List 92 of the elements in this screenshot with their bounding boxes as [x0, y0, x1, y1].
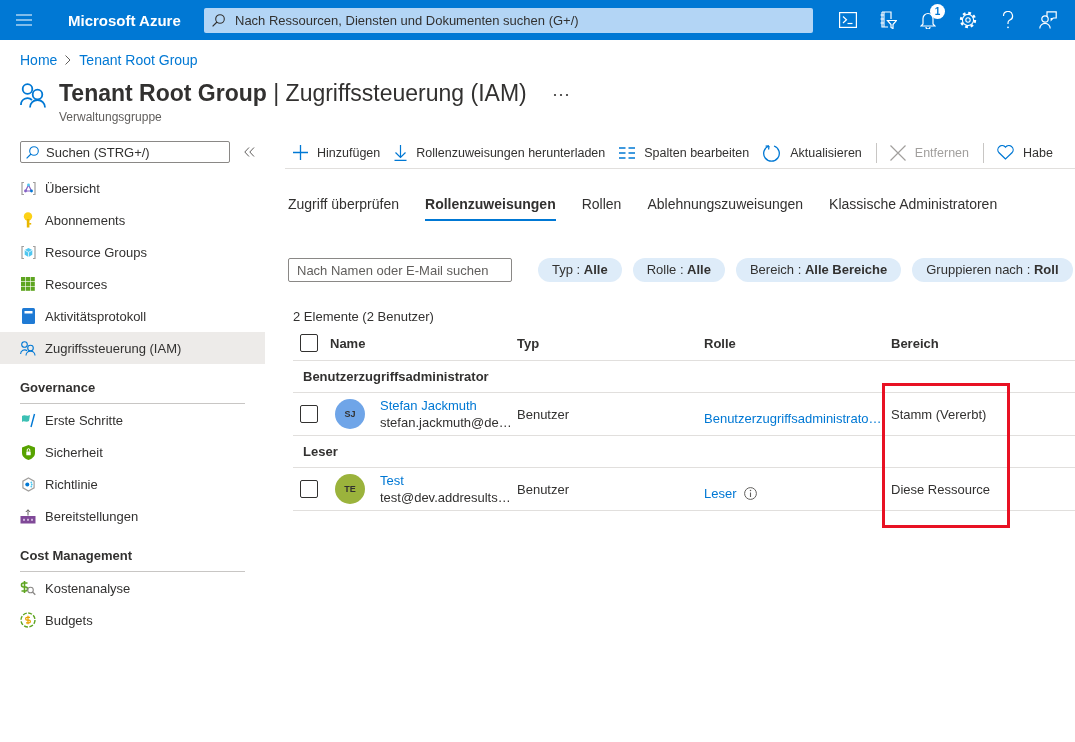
section-heading: Governance — [20, 380, 96, 395]
filter-chip[interactable]: Typ : Alle — [538, 258, 622, 282]
name-search-field[interactable]: Nach Namen oder E-Mail suchen — [288, 258, 512, 282]
table-cell: Benutzer — [517, 406, 570, 422]
sidebar-item[interactable]: Kostenanalyse — [0, 572, 265, 604]
user-email: stefan.jackmuth@de… — [380, 414, 512, 431]
sidebar-item[interactable]: Aktivitätsprotokoll — [0, 300, 265, 332]
toolbar-button[interactable]: Aktualisieren — [763, 143, 862, 162]
user-avatar: TE — [335, 474, 365, 504]
tab[interactable]: Ablehnungszuweisungen — [647, 195, 804, 221]
sidebar-item[interactable]: Zugriffssteuerung (IAM) — [0, 332, 265, 364]
shield-icon — [21, 444, 35, 460]
sidebar-item[interactable]: Resource Groups — [0, 236, 265, 268]
people-icon — [20, 340, 36, 356]
toolbar-button[interactable]: Habe — [997, 145, 1053, 160]
user-name-link[interactable]: Stefan Jackmuth — [380, 397, 477, 414]
toolbar-button[interactable]: Rollenzuweisungen herunterladen — [394, 144, 606, 161]
tab[interactable]: Zugriff überprüfen — [288, 195, 400, 221]
notifications-button[interactable]: 1 — [908, 0, 948, 40]
toolbar-button[interactable]: Hinzufügen — [293, 145, 381, 160]
key-icon — [22, 212, 34, 228]
tab[interactable]: Rollenzuweisungen — [425, 195, 556, 221]
filter-chip[interactable]: Gruppieren nach : Roll — [912, 258, 1073, 282]
breadcrumb-link[interactable]: Tenant Root Group — [79, 52, 198, 68]
book-filter-icon — [879, 11, 897, 29]
page-subtitle: Verwaltungsgruppe — [59, 109, 163, 125]
sidebar-search-field[interactable]: Suchen (STRG+/) — [20, 141, 230, 163]
breadcrumb-link[interactable]: Home — [20, 52, 58, 68]
row-checkbox[interactable] — [300, 480, 318, 498]
select-all-checkbox[interactable] — [300, 334, 318, 352]
heart-icon — [997, 145, 1015, 160]
chevron-right-icon — [65, 55, 72, 65]
column-header[interactable]: Name — [330, 335, 366, 351]
brand-title[interactable]: Microsoft Azure — [68, 11, 181, 29]
user-name-link[interactable]: Test — [380, 472, 404, 489]
sidebar-item[interactable]: Resources — [0, 268, 265, 300]
toolbar-button[interactable]: Spalten bearbeiten — [619, 145, 750, 160]
help-icon — [1002, 11, 1014, 29]
sidebar-item[interactable]: Richtlinie — [0, 468, 265, 500]
double-chevron-left-icon[interactable] — [244, 147, 255, 157]
columns-icon — [619, 146, 636, 159]
sidebar-item[interactable]: Budgets — [0, 604, 265, 636]
group-header: Leser — [303, 444, 338, 459]
sidebar-item[interactable]: Übersicht — [0, 172, 265, 204]
more-icon[interactable] — [552, 93, 569, 97]
role-link[interactable]: Benutzerzugriffsadministrato… — [704, 411, 882, 426]
column-header[interactable]: Typ — [517, 335, 540, 351]
log-book-icon — [21, 308, 35, 324]
role-link[interactable]: Leser — [704, 486, 737, 501]
plus-icon — [293, 145, 308, 160]
notification-badge: 1 — [930, 4, 945, 19]
hexagon-icon — [20, 476, 36, 492]
filter-chip[interactable]: Rolle : Alle — [632, 258, 725, 282]
close-icon — [889, 144, 906, 161]
bell-icon — [920, 11, 936, 29]
sidebar-item[interactable]: Erste Schritte — [0, 404, 265, 436]
terminal-icon — [839, 12, 857, 28]
search-field[interactable]: Nach Ressourcen, Diensten und Dokumenten suchen (G+/) — [204, 7, 813, 33]
column-header[interactable]: Rolle — [704, 335, 736, 351]
page-title: Tenant Root Group | Zugriffssteuerung (IAM) — [59, 79, 527, 107]
flag-icon — [20, 412, 36, 428]
sidebar-item[interactable]: Abonnements — [0, 204, 265, 236]
overview-icon — [20, 180, 36, 196]
item-count: 2 Elemente (2 Benutzer) — [293, 309, 435, 325]
download-icon — [394, 144, 408, 161]
people-icon — [20, 83, 47, 108]
tab[interactable]: Rollen — [581, 195, 622, 221]
tab[interactable]: Klassische Administratoren — [829, 195, 998, 221]
person-chat-icon — [1039, 11, 1057, 29]
table-cell: Stamm (Vererbt) — [891, 406, 987, 422]
sidebar-item[interactable]: Bereitstellungen — [0, 500, 265, 532]
search-icon — [26, 145, 39, 159]
table-cell: Diese Ressource — [891, 481, 990, 497]
user-email: test@dev.addresults… — [380, 489, 511, 506]
dollar-magnifier-icon — [20, 580, 36, 596]
upload-box-icon — [20, 508, 36, 524]
section-heading: Cost Management — [20, 548, 132, 563]
info-icon[interactable] — [743, 487, 757, 500]
group-header: Benutzerzugriffsadministrator — [303, 369, 489, 384]
refresh-icon — [763, 143, 782, 162]
row-checkbox[interactable] — [300, 405, 318, 423]
settings-icon — [959, 11, 977, 29]
grid-icon — [21, 277, 35, 291]
sidebar-item[interactable]: Sicherheit — [0, 436, 265, 468]
filter-chip[interactable]: Bereich : Alle Bereiche — [735, 258, 902, 282]
menu-icon — [16, 14, 32, 26]
search-icon — [212, 13, 225, 27]
user-avatar: SJ — [335, 399, 365, 429]
column-header[interactable]: Bereich — [891, 335, 939, 351]
dollar-coin-icon — [20, 612, 36, 628]
cube-icon — [20, 244, 36, 260]
table-cell: Benutzer — [517, 481, 570, 497]
